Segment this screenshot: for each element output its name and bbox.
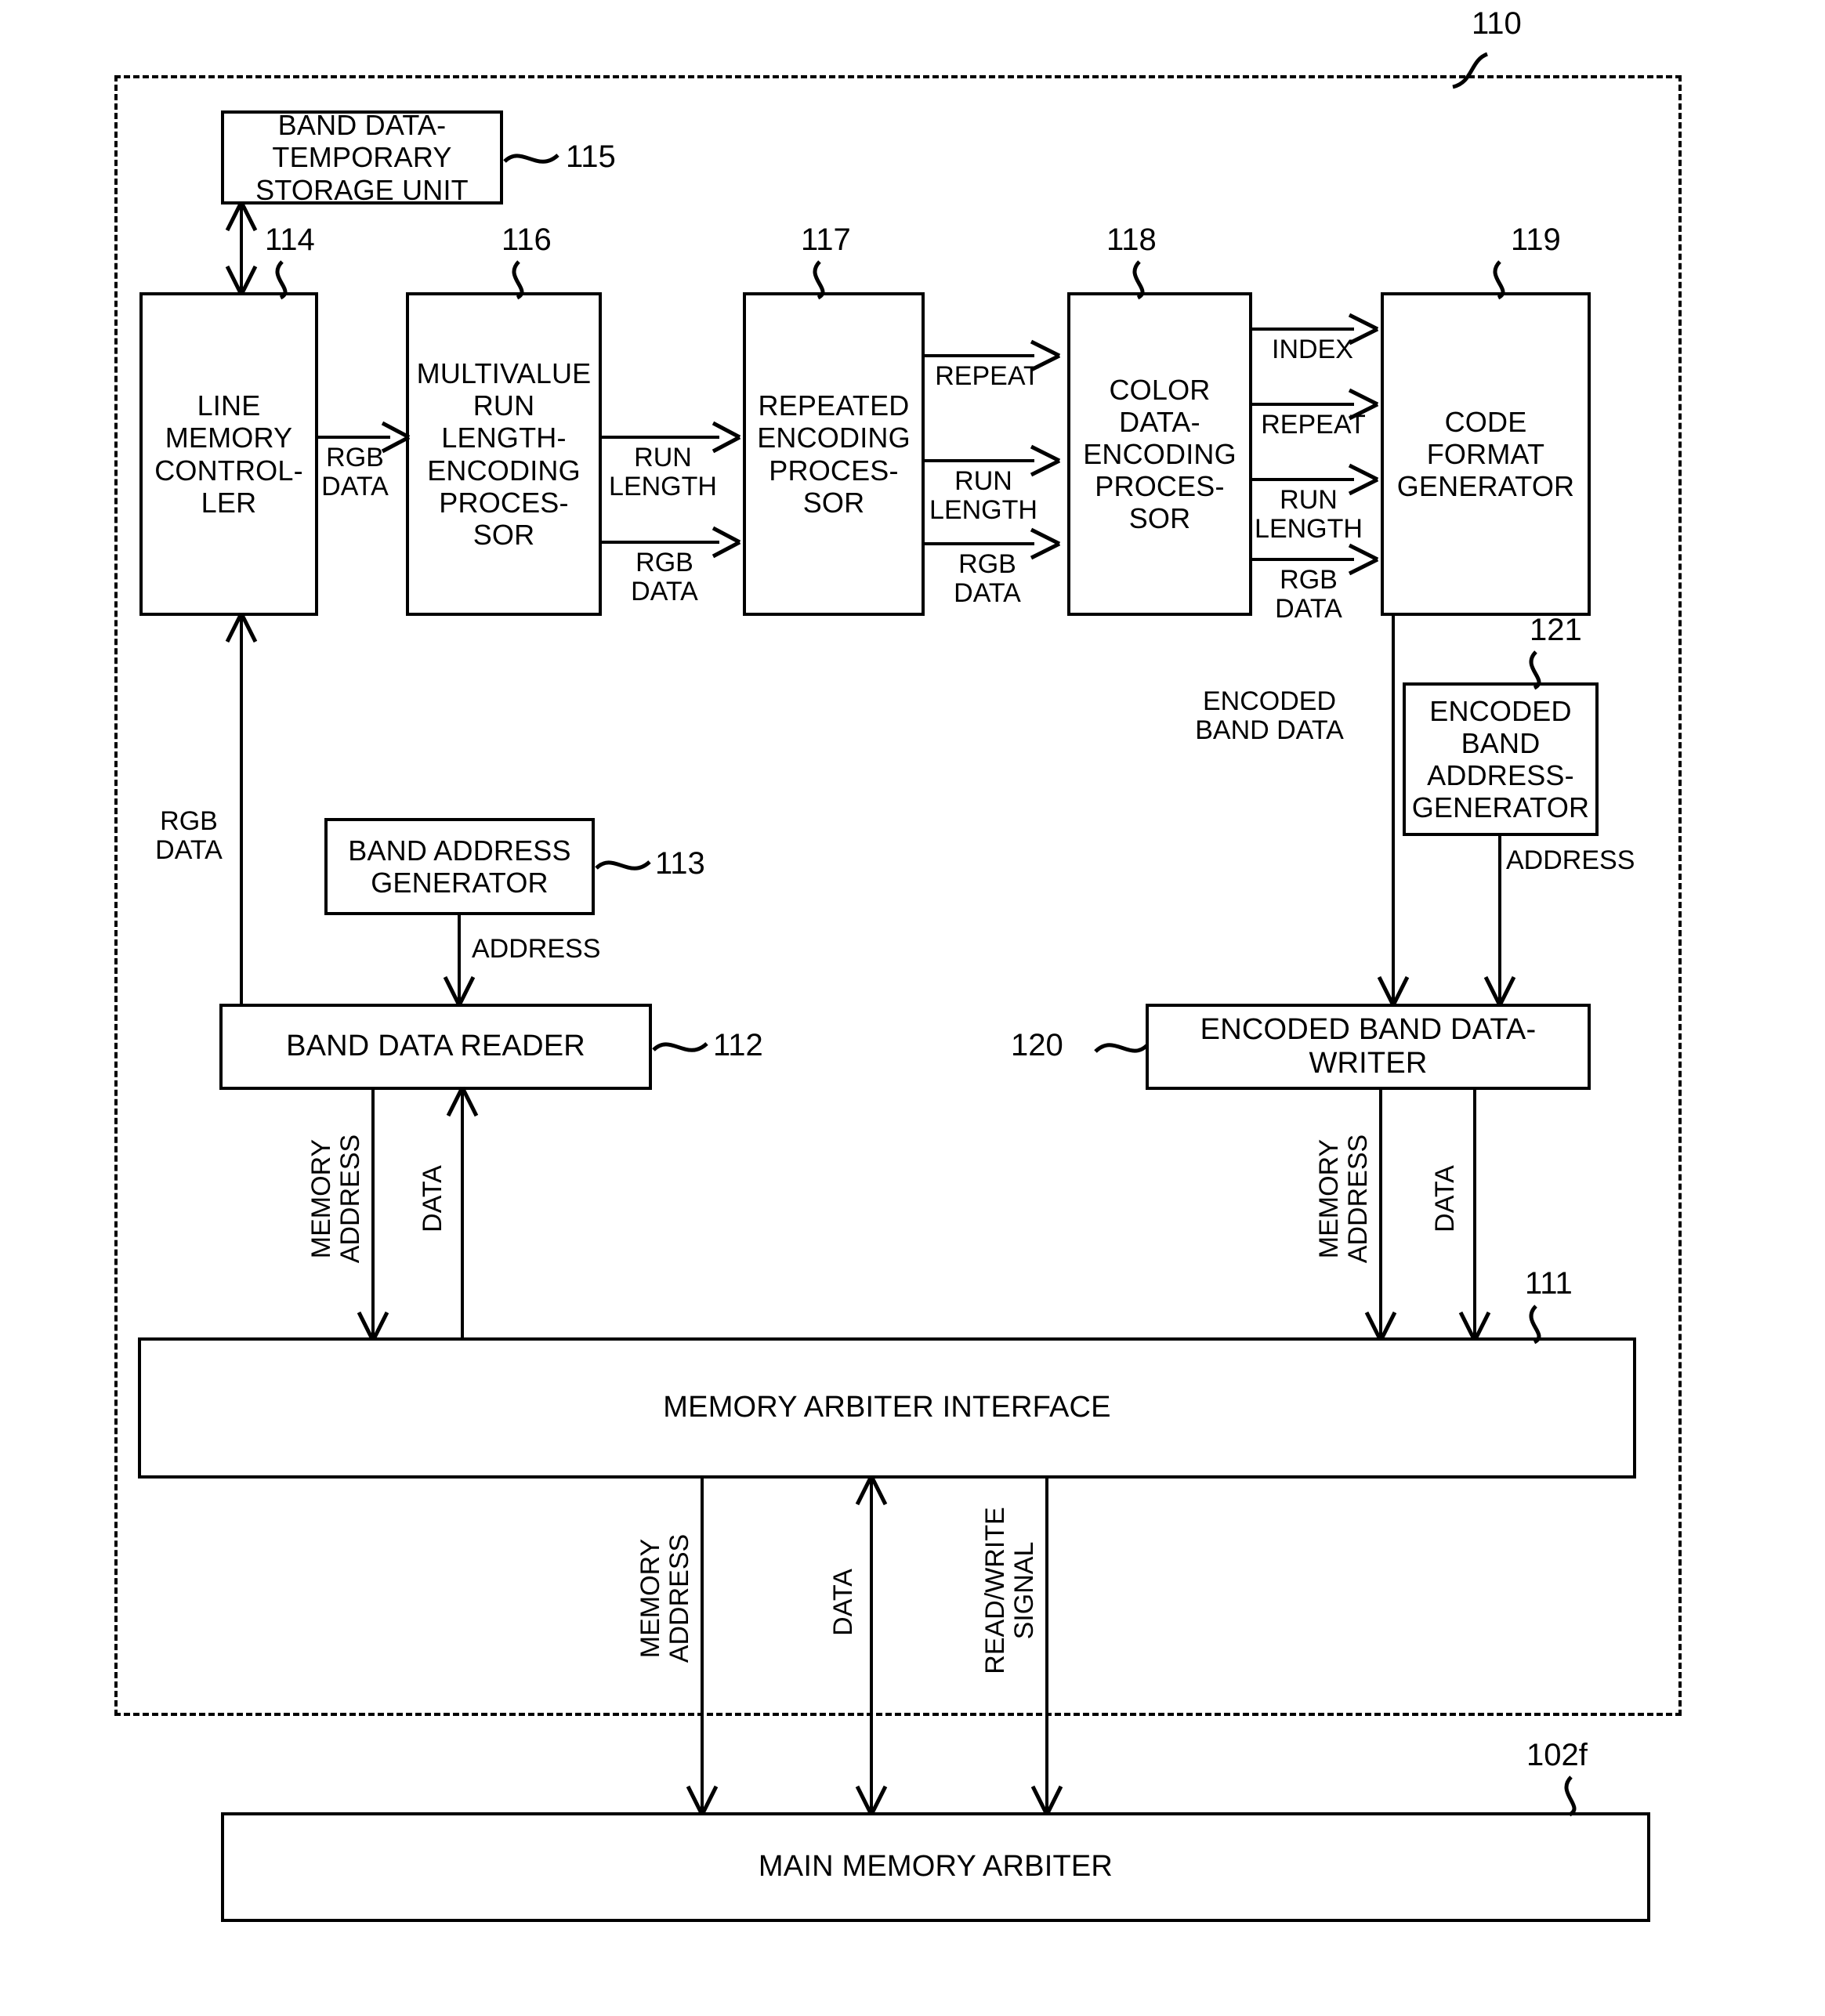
line-rgb-data-112-to-114	[240, 616, 243, 1004]
line-rgb-data-118-to-119	[1252, 558, 1354, 561]
line-rgb-data-117-to-118	[925, 542, 1034, 545]
leader-111	[1529, 1305, 1541, 1345]
line-memory-address-112-to-111	[371, 1090, 375, 1337]
block-color-data-encoding-processor-label: COLOR DATA- ENCODING PROCES- SOR	[1083, 373, 1237, 535]
block-main-memory-arbiter[interactable]: MAIN MEMORY ARBITER	[221, 1812, 1650, 1922]
block-band-data-temporary-storage-unit[interactable]: BAND DATA- TEMPORARY STORAGE UNIT	[221, 109, 503, 206]
signal-memory-address-bottom: MEMORY ADDRESS	[635, 1533, 695, 1663]
leader-116	[512, 260, 524, 300]
ref-number-112: 112	[713, 1028, 763, 1062]
arrowhead-up-to-temp-storage	[225, 201, 258, 232]
block-band-data-reader[interactable]: BAND DATA READER	[219, 1004, 652, 1090]
signal-data-bottom: DATA	[828, 1569, 858, 1636]
ref-number-102f: 102f	[1526, 1738, 1588, 1772]
line-data-112-to-111	[461, 1090, 464, 1337]
block-band-address-generator[interactable]: BAND ADDRESS GENERATOR	[324, 818, 595, 915]
line-encoded-band-data-119-to-120	[1392, 616, 1395, 1001]
block-band-address-generator-label: BAND ADDRESS GENERATOR	[348, 834, 571, 899]
block-band-data-reader-label: BAND DATA READER	[286, 1030, 585, 1063]
signal-address-right: ADDRESS	[1506, 845, 1635, 875]
leader-102f	[1564, 1775, 1577, 1817]
ref-number-113: 113	[655, 846, 705, 881]
signal-memory-address-left: MEMORY ADDRESS	[306, 1134, 366, 1264]
signal-memory-address-right: MEMORY ADDRESS	[1314, 1134, 1374, 1264]
block-memory-arbiter-interface-label: MEMORY ARBITER INTERFACE	[663, 1391, 1111, 1424]
block-line-memory-controller[interactable]: LINE MEMORY CONTROL- LER	[139, 292, 318, 616]
line-run-length-118-to-119	[1252, 478, 1354, 481]
block-color-data-encoding-processor[interactable]: COLOR DATA- ENCODING PROCES- SOR	[1067, 292, 1252, 616]
block-multivalue-run-length-encoding-processor-label: MULTIVALUE RUN LENGTH- ENCODING PROCES- …	[416, 357, 592, 551]
arrowhead-data-into-102f	[855, 1785, 888, 1816]
ref-number-119: 119	[1511, 223, 1561, 257]
signal-encoded-band-data: ENCODED BAND DATA	[1195, 686, 1344, 746]
ref-number-120: 120	[1011, 1028, 1063, 1062]
block-code-format-generator-label: CODE FORMAT GENERATOR	[1396, 405, 1575, 503]
line-memory-address-120-to-111	[1379, 1090, 1382, 1337]
arrowhead-read-write-signal-into-102f	[1030, 1785, 1063, 1816]
ref-number-118: 118	[1106, 223, 1157, 257]
signal-read-write: READ/WRITE SIGNAL	[980, 1507, 1040, 1674]
ref-number-110: 110	[1472, 6, 1522, 41]
block-encoded-band-data-writer[interactable]: ENCODED BAND DATA- WRITER	[1146, 1004, 1591, 1090]
line-run-length-117-to-118	[925, 459, 1034, 462]
line-data-120-to-111	[1473, 1090, 1476, 1337]
block-memory-arbiter-interface[interactable]: MEMORY ARBITER INTERFACE	[138, 1337, 1636, 1479]
arrowhead-rgb-data-into-114	[225, 612, 258, 643]
signal-run-length-2: RUN LENGTH	[929, 466, 1037, 526]
leader-117	[813, 260, 825, 300]
block-encoded-band-address-generator[interactable]: ENCODED BAND ADDRESS- GENERATOR	[1403, 682, 1599, 836]
leader-114	[275, 260, 288, 300]
signal-run-length-3: RUN LENGTH	[1255, 485, 1363, 545]
leader-120	[1094, 1043, 1149, 1053]
line-index-118-to-119	[1252, 328, 1354, 331]
line-data-111-to-102f	[870, 1479, 873, 1812]
signal-data-right: DATA	[1430, 1165, 1460, 1232]
leader-119	[1493, 260, 1505, 300]
signal-rgb-data-feedback: RGB DATA	[155, 806, 223, 866]
signal-rgb-data-4: RGB DATA	[1275, 565, 1342, 624]
line-memory-address-111-to-102f	[701, 1479, 704, 1812]
signal-repeat-2: REPEAT	[1261, 410, 1366, 440]
ref-number-117: 117	[801, 223, 851, 257]
arrowhead-memory-address-into-102f	[686, 1785, 719, 1816]
signal-rgb-data-3: RGB DATA	[954, 549, 1021, 609]
signal-rgb-data-2: RGB DATA	[631, 548, 698, 607]
block-line-memory-controller-label: LINE MEMORY CONTROL- LER	[154, 389, 303, 519]
line-rgb-data-114-to-116	[318, 436, 390, 439]
ref-number-115: 115	[566, 139, 616, 174]
signal-repeat-1: REPEAT	[935, 361, 1040, 391]
signal-data-left: DATA	[418, 1165, 447, 1232]
arrowhead-data-into-111-bottom	[855, 1475, 888, 1506]
arrowhead-data-into-112	[446, 1086, 479, 1117]
arrowhead-address-into-112	[443, 975, 476, 1007]
block-encoded-band-address-generator-label: ENCODED BAND ADDRESS- GENERATOR	[1411, 694, 1590, 824]
line-run-length-116-to-117	[602, 436, 719, 439]
line-read-write-signal-111-to-102f	[1045, 1479, 1048, 1812]
patent-figure-canvas: 110 BAND DATA- TEMPORARY STORAGE UNIT 11…	[0, 0, 1825, 2016]
arrowhead-encoded-band-data-into-120	[1377, 975, 1410, 1007]
line-rgb-data-116-to-117	[602, 541, 719, 544]
leader-118	[1132, 260, 1145, 300]
block-band-data-temporary-storage-unit-label: BAND DATA- TEMPORARY STORAGE UNIT	[255, 109, 469, 206]
signal-address-left: ADDRESS	[472, 934, 601, 964]
signal-rgb-data-1: RGB DATA	[321, 443, 389, 502]
line-repeat-118-to-119	[1252, 403, 1354, 406]
signal-index: INDEX	[1272, 335, 1353, 364]
ref-number-116: 116	[502, 223, 552, 257]
ref-number-111: 111	[1525, 1266, 1573, 1301]
block-encoded-band-data-writer-label: ENCODED BAND DATA- WRITER	[1200, 1012, 1537, 1080]
block-repeated-encoding-processor[interactable]: REPEATED ENCODING PROCES- SOR	[743, 292, 925, 616]
arrowhead-down-to-line-memory-controller	[225, 265, 258, 296]
block-multivalue-run-length-encoding-processor[interactable]: MULTIVALUE RUN LENGTH- ENCODING PROCES- …	[406, 292, 602, 616]
arrowhead-address-into-120	[1483, 975, 1516, 1007]
block-code-format-generator[interactable]: CODE FORMAT GENERATOR	[1381, 292, 1591, 616]
leader-110	[1452, 52, 1489, 89]
signal-run-length-1: RUN LENGTH	[609, 443, 717, 502]
ref-number-121: 121	[1530, 613, 1582, 647]
block-repeated-encoding-processor-label: REPEATED ENCODING PROCES- SOR	[757, 389, 911, 519]
leader-121	[1529, 650, 1541, 690]
line-repeat-117-to-118	[925, 354, 1034, 357]
block-main-memory-arbiter-label: MAIN MEMORY ARBITER	[758, 1850, 1113, 1884]
ref-number-114: 114	[265, 223, 315, 257]
